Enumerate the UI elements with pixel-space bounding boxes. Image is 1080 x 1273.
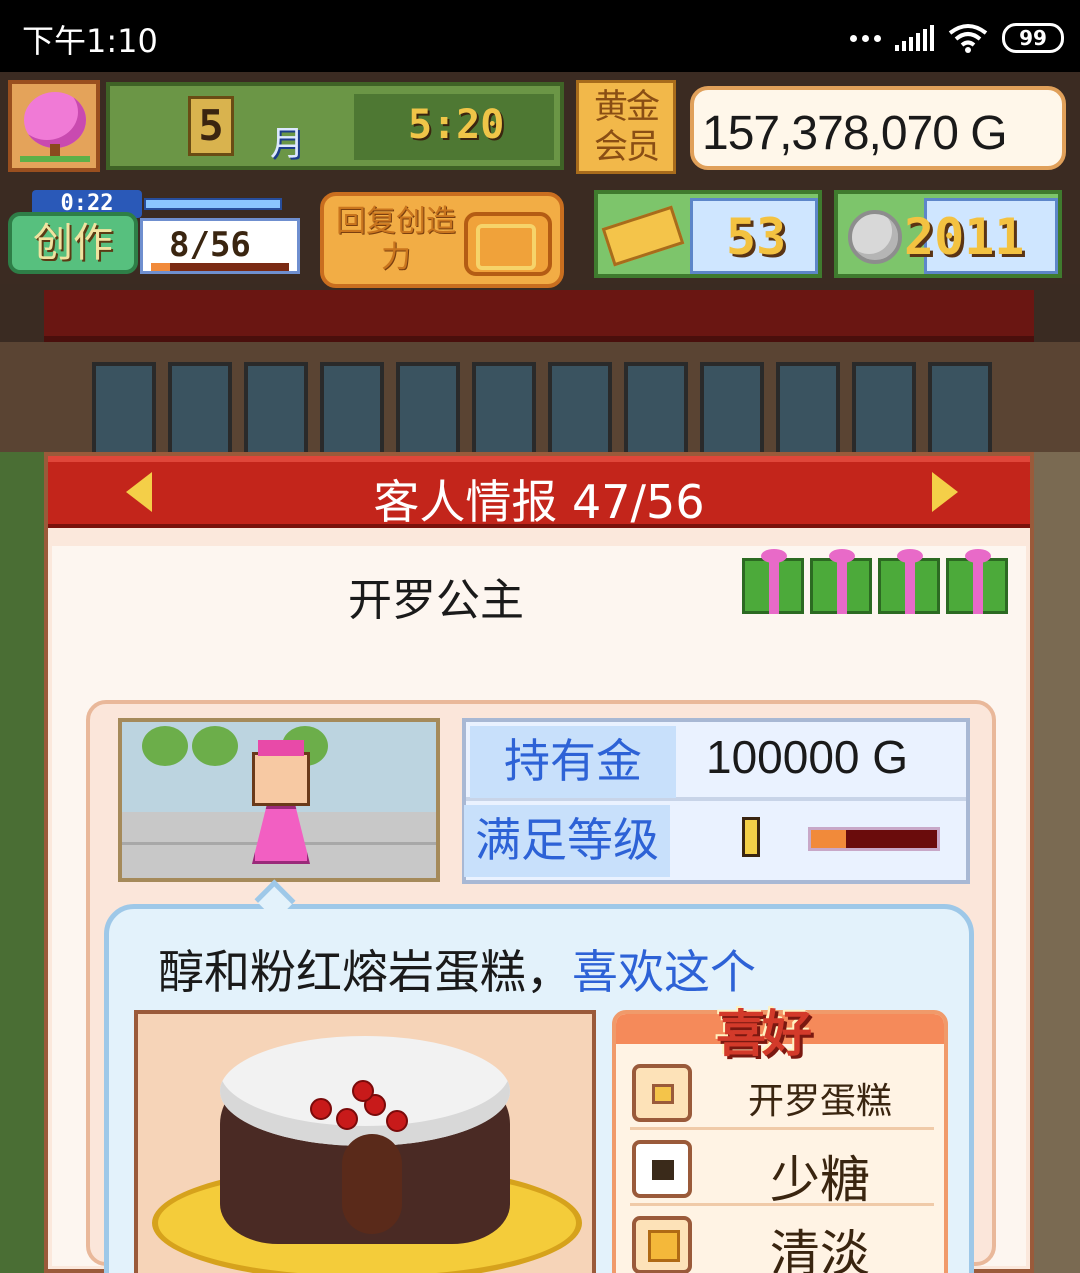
preference-label: 清淡 — [770, 1225, 870, 1273]
preference-row: 开罗蛋糕 — [630, 1056, 934, 1130]
shop-awning — [44, 290, 1034, 342]
date-display: 5 月 5:20 — [106, 82, 564, 170]
gift-box-icon — [742, 549, 804, 614]
preference-row: 清淡 — [630, 1208, 934, 1273]
gift-box-icon — [946, 549, 1008, 614]
stat-row-money: 持有金 100000 G — [466, 722, 966, 801]
create-count-box: 8/56 — [140, 218, 300, 274]
preference-label: 开罗蛋糕 — [747, 1081, 892, 1122]
preferences-box: 喜好 开罗蛋糕 少糖 清淡 — [612, 1005, 948, 1273]
medal-counter[interactable]: 2011 — [834, 190, 1062, 278]
stat-row-satisfaction: 满足等级 — [464, 801, 966, 880]
restore-creativity-label: 回复创造力 — [336, 204, 456, 275]
medal-count: 2011 — [904, 208, 1025, 266]
berry-icon — [336, 1108, 358, 1130]
gold-member-button[interactable]: 黄金会员 — [576, 80, 676, 174]
cake-image — [134, 1010, 596, 1273]
create-count: 8/56 — [169, 225, 251, 265]
satisfaction-bar — [808, 827, 940, 851]
money-value: 157,378,070 G — [702, 107, 1008, 160]
signal-icon — [895, 25, 934, 51]
month-label: 月 — [270, 124, 304, 164]
money-display: 157,378,070 G — [690, 86, 1066, 170]
more-dots-icon — [850, 34, 881, 42]
customer-stats: 持有金 100000 G 满足等级 — [462, 718, 970, 884]
speech-text: 醇和粉红熔岩蛋糕，喜欢这个 — [158, 936, 756, 1002]
berry-icon — [386, 1110, 408, 1132]
status-icons: 99 — [850, 18, 1064, 58]
money-held-label: 持有金 — [470, 726, 676, 798]
likes-this-text: 喜欢这个 — [572, 945, 756, 999]
gift-box-icon — [878, 549, 940, 614]
tv-icon — [464, 212, 552, 276]
battery-icon: 99 — [1002, 23, 1064, 53]
berry-icon — [352, 1080, 374, 1102]
princess-sprite — [248, 740, 314, 870]
status-time: 下午1:10 — [22, 22, 158, 60]
create-progress-bar — [151, 263, 289, 271]
ticket-count: 53 — [726, 208, 787, 266]
satisfaction-level-icon — [742, 817, 760, 857]
money-held-value: 100000 G — [706, 731, 909, 783]
satisfaction-label: 满足等级 — [464, 805, 670, 877]
street-building-right — [1034, 452, 1080, 1273]
gift-box-icon — [810, 549, 872, 614]
hud-bar: 5 月 5:20 黄金会员 157,378,070 G 0:22 创作 8/56… — [0, 72, 1080, 288]
cube-icon — [632, 1216, 692, 1273]
box-icon — [632, 1064, 692, 1122]
street-tree-left — [0, 452, 44, 1273]
restore-creativity-button[interactable]: 回复创造力 — [320, 192, 564, 288]
panel-title: 客人情报 47/56 — [373, 475, 705, 529]
preference-label: 少糖 — [770, 1151, 870, 1209]
favorite-item-name: 醇和粉红熔岩蛋糕 — [158, 945, 526, 999]
berry-icon — [310, 1098, 332, 1120]
pink-tree-icon — [24, 92, 86, 148]
month-number: 5 — [188, 96, 234, 156]
customer-portrait — [118, 718, 440, 882]
create-timer-bar — [144, 198, 282, 210]
create-label: 创作 — [8, 212, 138, 274]
create-button[interactable]: 0:22 创作 8/56 — [8, 190, 300, 276]
customer-info-panel: 客人情报 47/56 开罗公主 持有金 100000 G 满足等级 醇和粉红熔岩… — [44, 452, 1034, 1273]
preference-row: 少糖 — [630, 1132, 934, 1209]
status-bar: 下午1:10 99 — [0, 0, 1080, 72]
square-icon — [632, 1140, 692, 1198]
next-arrow-icon[interactable] — [932, 472, 958, 512]
game-clock: 5:20 — [408, 102, 505, 148]
chocolate-lava — [342, 1134, 402, 1234]
game-screen: 5 月 5:20 黄金会员 157,378,070 G 0:22 创作 8/56… — [0, 72, 1080, 1273]
ticket-counter[interactable]: 53 — [594, 190, 822, 278]
ticket-icon — [601, 205, 685, 267]
wifi-icon — [948, 24, 988, 53]
season-tree-button[interactable] — [8, 80, 100, 172]
panel-header: 客人情报 47/56 — [48, 456, 1030, 529]
silver-coin-icon — [848, 210, 902, 264]
speech-separator: ， — [526, 945, 572, 999]
gift-rating — [742, 549, 1008, 614]
customer-name: 开罗公主 — [348, 575, 524, 626]
